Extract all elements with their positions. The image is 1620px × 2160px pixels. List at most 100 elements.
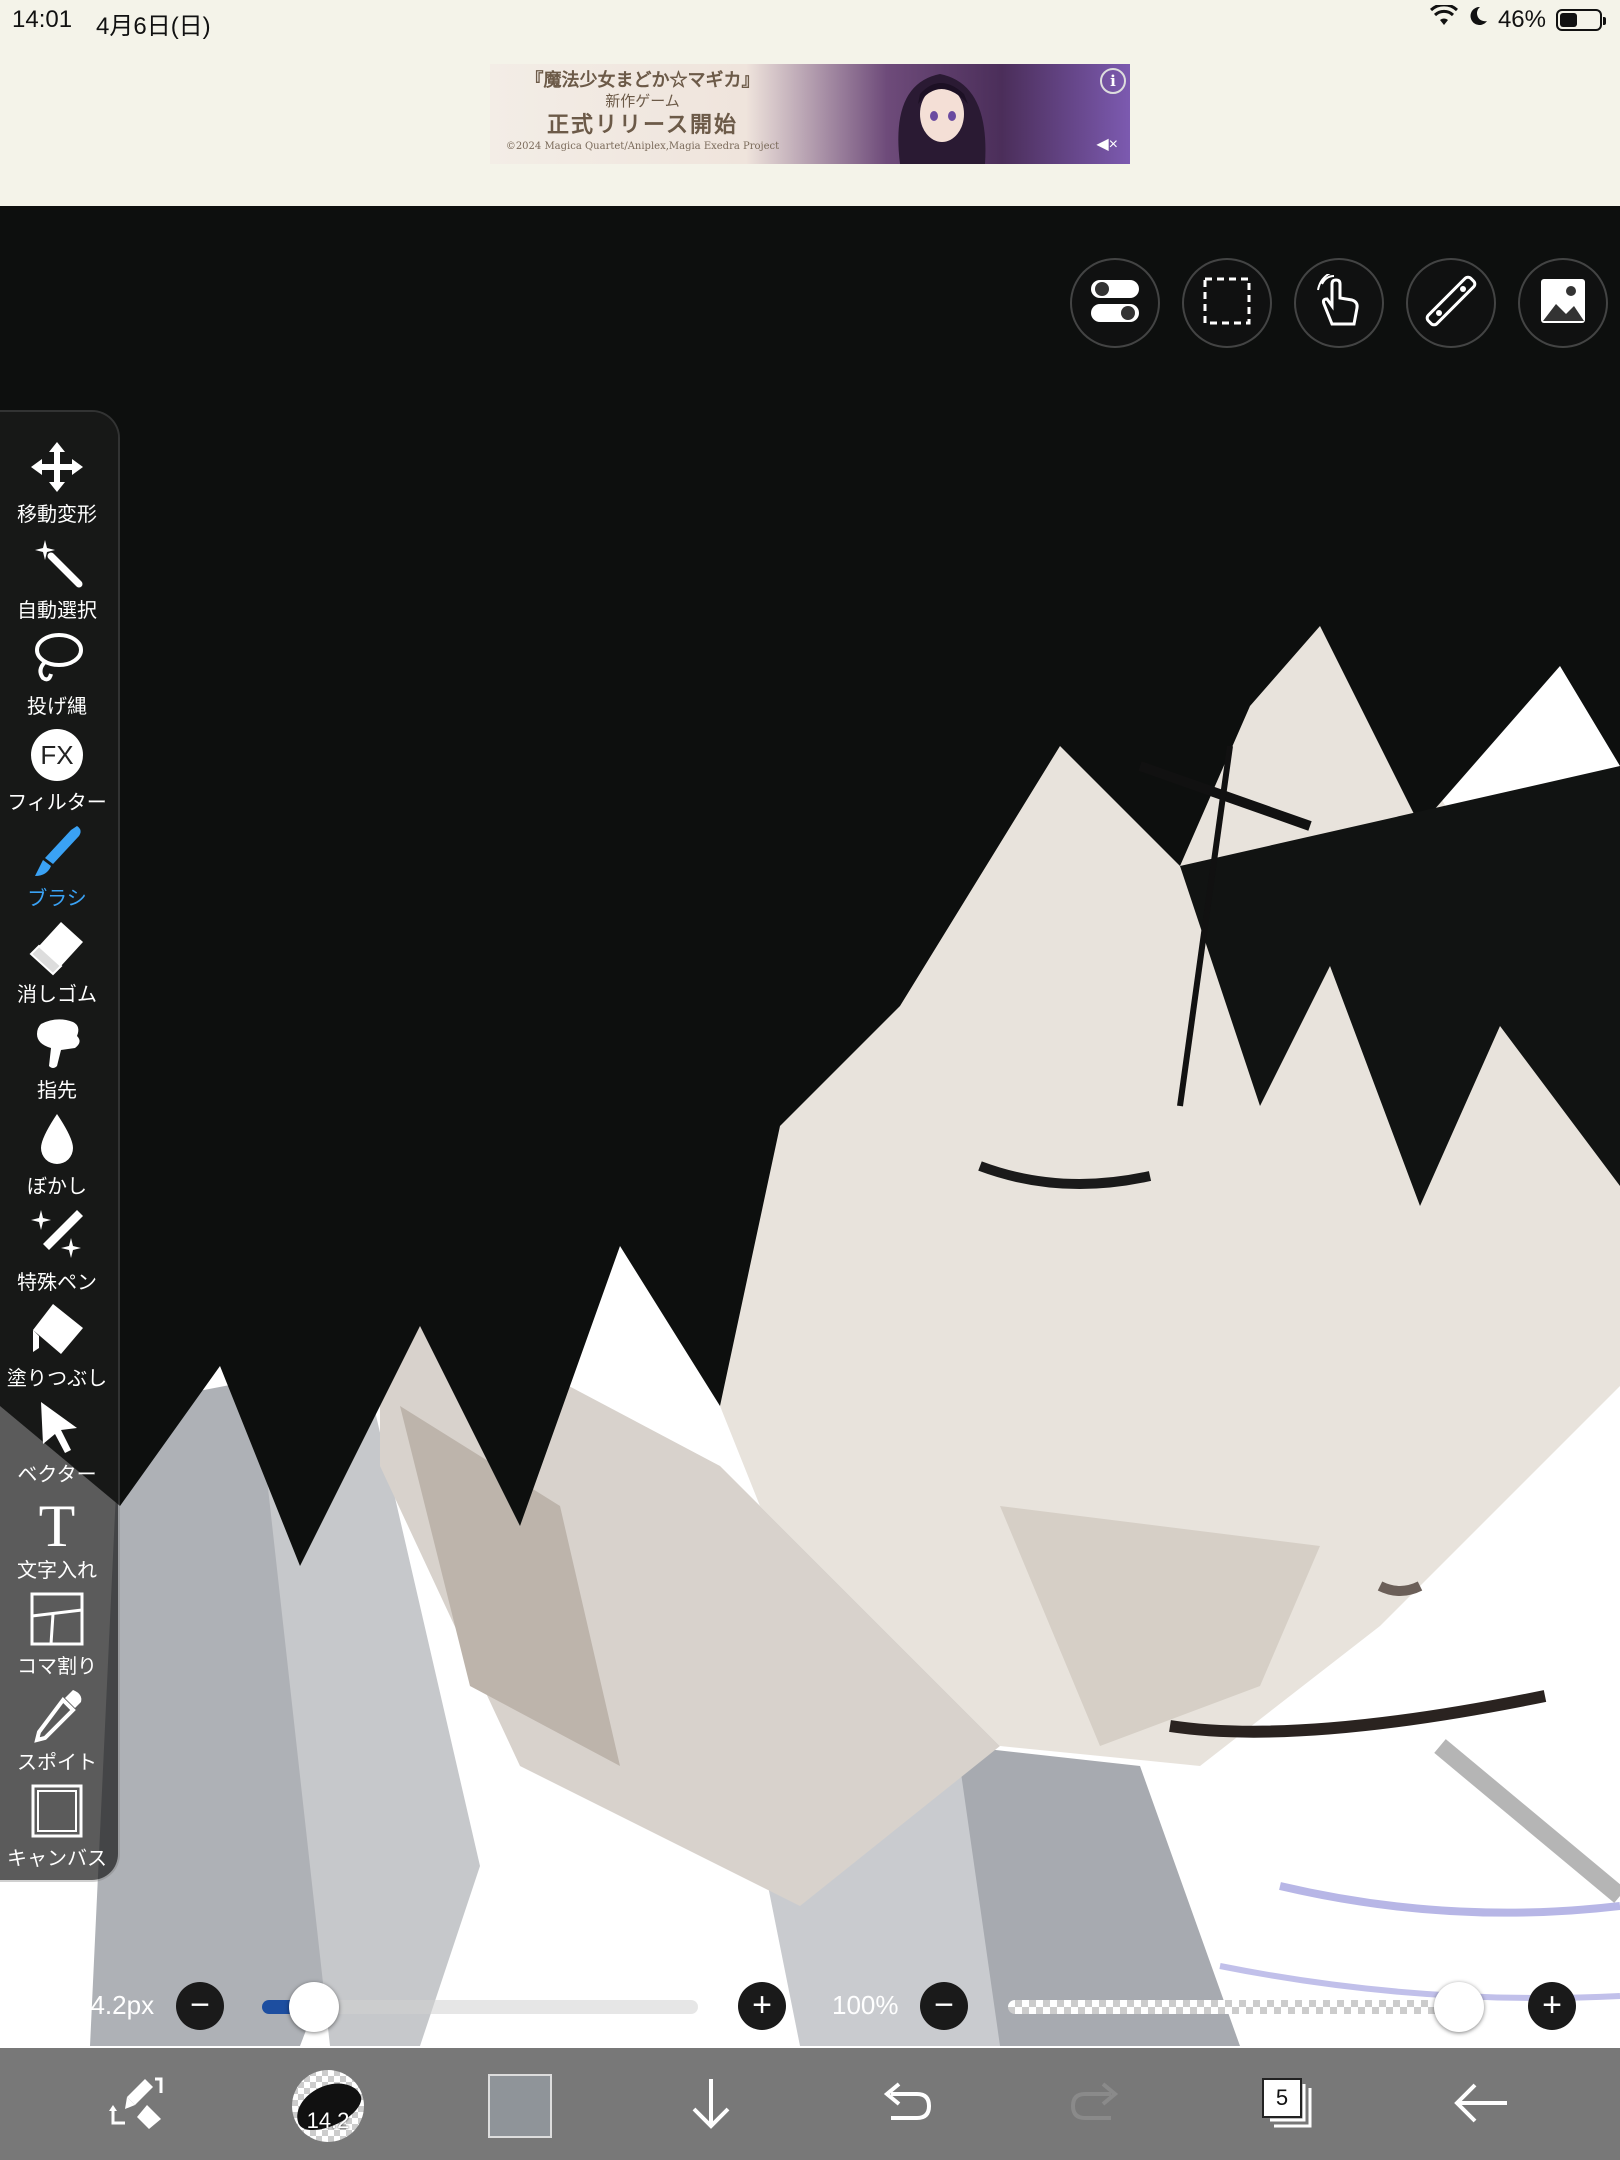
tool-eraser[interactable]: 消しゴム (0, 916, 114, 1012)
brush-preview-button[interactable]: 14.2 (292, 2070, 364, 2142)
reference-image-button[interactable] (1518, 258, 1608, 348)
tool-text[interactable]: T 文字入れ (0, 1492, 114, 1588)
lasso-icon (35, 633, 83, 682)
swap-pen-eraser-button[interactable] (100, 2070, 170, 2140)
artwork (0, 206, 1620, 2046)
vector-cursor-icon (41, 1402, 77, 1453)
ad-character-image (898, 74, 986, 164)
left-toolbar: 移動変形 自動選択 投げ縄 FX フィルター ブラシ 消しゴム 指先 ぼかし 特… (0, 412, 118, 1880)
status-bar: 14:01 4月6日(日) 46% (0, 0, 1620, 40)
battery-percent: 46% (1497, 5, 1546, 33)
ad-mute-icon[interactable]: ◀× (1096, 134, 1118, 154)
tool-label: 文字入れ (17, 1560, 97, 1582)
moon-icon (1468, 5, 1488, 34)
tool-label: ベクター (17, 1464, 97, 1486)
ad-info-icon[interactable]: i (1100, 68, 1126, 94)
special-pen-icon (31, 1210, 83, 1258)
ruler-button[interactable] (1406, 258, 1496, 348)
redo-icon (1069, 2078, 1125, 2133)
ad-subtitle: 新作ゲーム (605, 92, 680, 110)
tool-label: 消しゴム (17, 984, 97, 1006)
ad-title: 『魔法少女まどか☆マギカ』 (525, 70, 760, 91)
layers-button[interactable]: 5 (1262, 2078, 1314, 2128)
undo-button[interactable] (870, 2070, 940, 2140)
tool-filter[interactable]: FX フィルター (0, 724, 114, 820)
tool-magic-wand[interactable]: 自動選択 (0, 532, 114, 628)
opacity-minus-button[interactable]: − (920, 1982, 968, 2030)
tool-label: キャンバス (7, 1848, 107, 1870)
eraser-icon (29, 922, 83, 976)
finger-icon (37, 1019, 80, 1068)
fx-icon: FX (31, 729, 83, 781)
selection-icon (1202, 276, 1252, 331)
brush-size-value: 14.2px (76, 1990, 155, 2020)
brush-size-knob[interactable] (289, 1982, 339, 2032)
battery-icon (1556, 8, 1606, 31)
tool-label: コマ割り (17, 1656, 97, 1678)
opacity-slider[interactable] (1008, 2000, 1484, 2014)
undo-icon (877, 2078, 933, 2133)
svg-text:FX: FX (40, 740, 73, 770)
pen-eraser-swap-icon (105, 2075, 165, 2136)
eyedropper-icon (34, 1690, 82, 1743)
image-icon (1538, 276, 1588, 331)
selection-button[interactable] (1182, 258, 1272, 348)
tool-label: ぼかし (27, 1176, 87, 1198)
tool-vector[interactable]: ベクター (0, 1396, 114, 1492)
status-date: 4月6日(日) (96, 13, 211, 40)
save-download-button[interactable] (676, 2070, 746, 2140)
brush-size-minus-button[interactable]: − (176, 1982, 224, 2030)
svg-text:T: T (39, 1494, 76, 1552)
arrow-down-icon (686, 2075, 736, 2136)
tool-fill[interactable]: 塗りつぶし (0, 1300, 114, 1396)
tool-label: スポイト (17, 1752, 97, 1774)
toggle-icon (1089, 278, 1141, 329)
tool-finger[interactable]: 指先 (0, 1012, 114, 1108)
canvas-icon (31, 1784, 83, 1838)
touch-icon (1314, 270, 1364, 333)
tool-special-pen[interactable]: 特殊ペン (0, 1204, 114, 1300)
top-tool-buttons (1060, 258, 1620, 350)
wifi-icon (1429, 3, 1458, 34)
ad-text: 『魔法少女まどか☆マギカ』 新作ゲーム 正式リリース開始 ©2024 Magic… (500, 70, 785, 154)
bottom-toolbar: 14.2 5 (0, 2048, 1620, 2160)
tool-label: フィルター (7, 792, 107, 814)
tool-label: ブラシ (27, 888, 87, 910)
tool-label: 塗りつぶし (6, 1368, 108, 1390)
tool-canvas[interactable]: キャンバス (0, 1780, 114, 1876)
text-icon: T (39, 1494, 76, 1552)
touch-button[interactable] (1294, 258, 1384, 348)
brush-size-plus-button[interactable]: + (738, 1982, 786, 2030)
tool-label: 移動変形 (17, 504, 97, 526)
ad-area: 『魔法少女まどか☆マギカ』 新作ゲーム 正式リリース開始 ©2024 Magic… (0, 40, 1620, 206)
ad-banner[interactable]: 『魔法少女まどか☆マギカ』 新作ゲーム 正式リリース開始 ©2024 Magic… (490, 64, 1130, 164)
ruler-icon (1425, 275, 1477, 332)
brush-preview-size: 14.2 (306, 2108, 350, 2133)
blur-drop-icon (41, 1114, 73, 1164)
tool-panel[interactable]: コマ割り (0, 1588, 114, 1684)
ad-release: 正式リリース開始 (547, 112, 738, 138)
color-swatch-button[interactable] (488, 2074, 552, 2138)
opacity-value: 100% (832, 1990, 899, 2020)
brush-icon (35, 826, 81, 876)
tool-blur[interactable]: ぼかし (0, 1108, 114, 1204)
status-indicators: 46% (1429, 3, 1606, 34)
opacity-knob[interactable] (1434, 1982, 1484, 2032)
toggle-button[interactable] (1070, 258, 1160, 348)
ad-copyright: ©2024 Magica Quartet/Aniplex,Magia Exedr… (505, 141, 780, 152)
drawing-canvas[interactable] (0, 206, 1620, 2046)
tool-lasso[interactable]: 投げ縄 (0, 628, 114, 724)
tool-brush[interactable]: ブラシ (0, 820, 114, 916)
status-time: 14:01 (12, 6, 73, 33)
redo-button[interactable] (1062, 2070, 1132, 2140)
tool-label: 投げ縄 (27, 696, 87, 718)
magic-wand-icon (35, 540, 83, 588)
arrow-left-icon (1451, 2078, 1511, 2133)
tool-label: 指先 (37, 1080, 77, 1102)
tool-label: 自動選択 (17, 600, 97, 622)
tool-move[interactable]: 移動変形 (0, 436, 114, 532)
tool-eyedropper[interactable]: スポイト (0, 1684, 114, 1780)
opacity-plus-button[interactable]: + (1528, 1982, 1576, 2030)
slider-row: 14.2px − + 100% − + (0, 1970, 1620, 2040)
back-button[interactable] (1446, 2070, 1516, 2140)
